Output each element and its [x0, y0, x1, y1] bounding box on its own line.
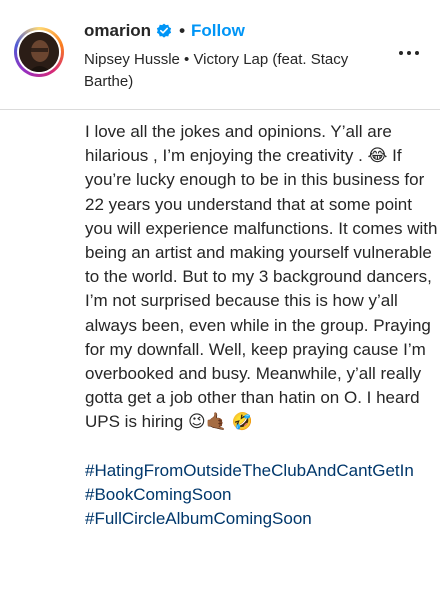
post-header: omarion • Follow Nipsey Hussle • Victory…	[0, 0, 440, 110]
separator-dot: •	[179, 21, 186, 40]
more-options-icon[interactable]	[394, 46, 424, 60]
hashtag-link[interactable]: #BookComingSoon	[85, 483, 440, 507]
username[interactable]: omarion	[84, 21, 151, 41]
verified-badge-icon	[156, 23, 172, 39]
hashtag-link[interactable]: #FullCircleAlbumComingSoon	[85, 507, 440, 531]
caption-text: I love all the jokes and opinions. Y’all…	[85, 122, 438, 432]
avatar[interactable]	[14, 27, 64, 77]
audio-track-link[interactable]: Nipsey Hussle • Victory Lap (feat. Stacy…	[84, 49, 384, 93]
profile-photo	[19, 32, 59, 72]
hashtag-link[interactable]: #HatingFromOutsideTheClubAndCantGetIn	[85, 459, 440, 483]
author-row: omarion • Follow	[84, 20, 245, 42]
hashtag-list: #HatingFromOutsideTheClubAndCantGetIn #B…	[85, 459, 440, 532]
follow-button[interactable]: Follow	[191, 21, 245, 41]
post-caption: I love all the jokes and opinions. Y’all…	[85, 120, 440, 531]
